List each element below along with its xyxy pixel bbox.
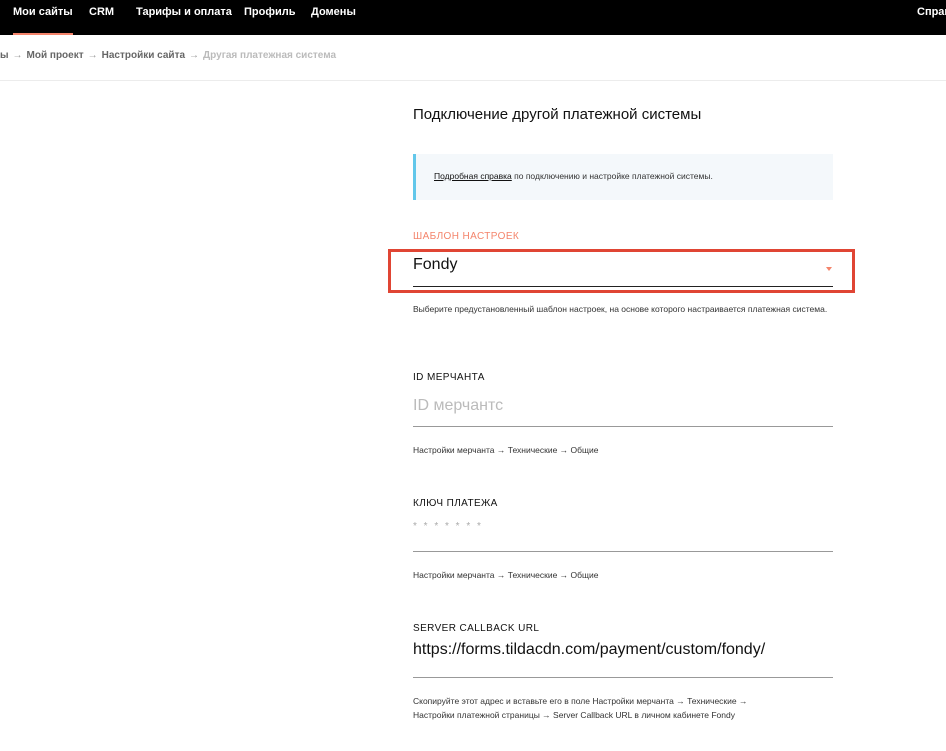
nav-tariffs[interactable]: Тарифы и оплата	[136, 6, 232, 18]
page-title: Подключение другой платежной системы	[413, 106, 702, 123]
nav-domains[interactable]: Домены	[311, 6, 356, 18]
nav-crm[interactable]: CRM	[89, 6, 114, 18]
callback-url-input[interactable]: https://forms.tildacdn.com/payment/custo…	[413, 641, 765, 659]
nav-help[interactable]: Справ	[917, 6, 946, 18]
merchant-id-label: ID МЕРЧАНТА	[413, 372, 485, 383]
breadcrumb-current: Другая платежная система	[203, 50, 337, 61]
payment-key-hint: Настройки мерчанта → Технические → Общие	[413, 570, 599, 580]
callback-hint-line2: Настройки платежной страницы → Server Ca…	[413, 710, 735, 720]
payment-key-label: КЛЮЧ ПЛАТЕЖА	[413, 498, 498, 509]
payment-key-input[interactable]: * * * * * * *	[413, 521, 483, 532]
nav-my-sites[interactable]: Мои сайты	[13, 6, 73, 35]
callback-url-label: SERVER CALLBACK URL	[413, 623, 540, 634]
breadcrumb-divider	[0, 80, 946, 81]
template-hint: Выберите предустановленный шаблон настро…	[413, 304, 828, 314]
highlight-box	[388, 249, 855, 293]
breadcrumb-item-site-settings[interactable]: Настройки сайта	[102, 50, 185, 61]
breadcrumb: ы → Мой проект → Настройки сайта → Другая плат…	[0, 50, 336, 61]
breadcrumb-item-sites[interactable]: ы	[0, 50, 9, 61]
breadcrumb-item-project[interactable]: Мой проект	[27, 50, 84, 61]
arrow-right-icon: →	[87, 50, 98, 61]
callback-url-underline	[413, 677, 833, 678]
merchant-id-input[interactable]: ID мерчантс	[413, 397, 503, 415]
arrow-right-icon: →	[12, 50, 23, 61]
arrow-right-icon: →	[189, 50, 200, 61]
help-info-text: по подключению и настройке платежной сис…	[511, 171, 713, 181]
payment-key-underline	[413, 551, 833, 552]
top-navigation-bar: Мои сайты CRM Тарифы и оплата Профиль До…	[0, 0, 946, 35]
merchant-id-hint: Настройки мерчанта → Технические → Общие	[413, 445, 599, 455]
help-info-box: Подробная справка по подключению и настр…	[413, 154, 833, 200]
merchant-id-underline	[413, 426, 833, 427]
help-link[interactable]: Подробная справка	[434, 171, 512, 181]
template-label: ШАБЛОН НАСТРОЕК	[413, 231, 520, 242]
callback-url-hint: Скопируйте этот адрес и вставьте его в п…	[413, 694, 843, 722]
nav-profile[interactable]: Профиль	[244, 6, 295, 18]
callback-hint-line1: Скопируйте этот адрес и вставьте его в п…	[413, 696, 748, 706]
